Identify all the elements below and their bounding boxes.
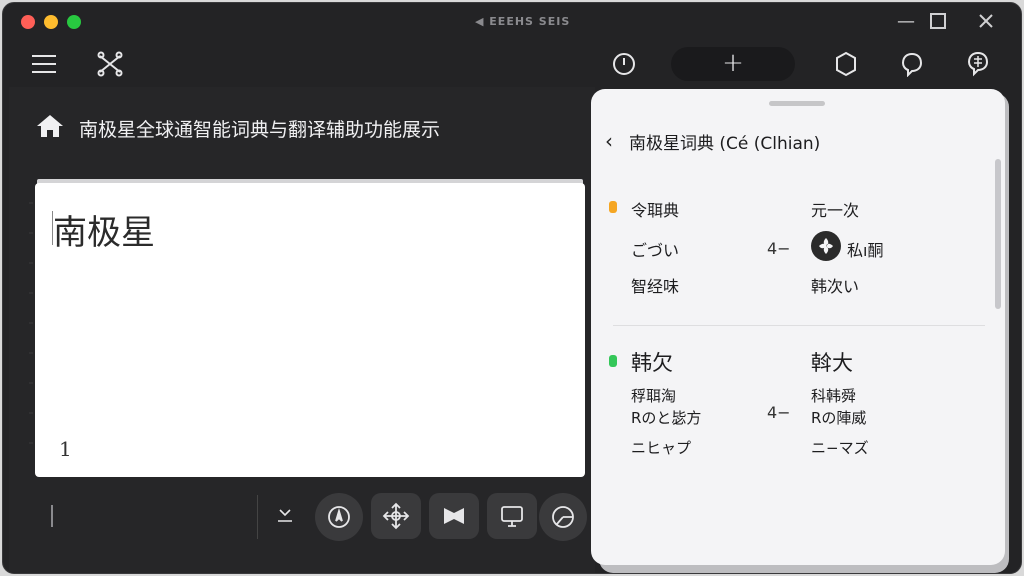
entry1-left-2[interactable]: ごづい — [631, 237, 679, 261]
entry1-count: 4− — [767, 239, 791, 258]
maximize-icon[interactable] — [929, 12, 947, 35]
green-marker — [609, 355, 617, 367]
hamburger-menu-icon[interactable] — [31, 53, 57, 79]
entry1-right-2[interactable]: 私ı酮 — [847, 237, 883, 261]
entry2-left-2[interactable]: 稃聑淘 — [631, 385, 676, 406]
back-chevron-icon[interactable]: ‹ — [605, 129, 613, 153]
entry2-left-4[interactable]: ニヒャプ — [631, 437, 691, 458]
main-area: 南极星全球通智能词典与翻译辅助功能展示 南极星 1 — [9, 87, 595, 573]
dictionary-panel: ‹ 南极星词典 (Cé (Clhian) 令聑典 ごづい 智经味 4− 元一次 … — [591, 89, 1005, 565]
flower-icon — [811, 231, 841, 261]
chat-bubble-icon[interactable] — [899, 51, 925, 81]
text-editor[interactable]: 南极星 1 — [35, 183, 585, 477]
minimize-icon[interactable]: — — [897, 12, 915, 32]
entry1-left-3[interactable]: 智经味 — [631, 273, 679, 297]
bowtie-button[interactable] — [429, 493, 479, 539]
monitor-button[interactable] — [487, 493, 537, 539]
download-icon[interactable] — [275, 505, 295, 529]
timer-icon[interactable] — [611, 51, 637, 81]
toolbar-divider — [257, 495, 258, 539]
monitor-icon — [501, 506, 523, 527]
orange-marker — [609, 201, 617, 213]
entry2-right-1[interactable]: 斡大 — [811, 347, 853, 377]
bottom-toolbar — [9, 487, 595, 573]
app-window: ◀ EEEHS SEIS — + 南极星全球通智能词典与翻译辅助功能展示 南极星… — [2, 2, 1022, 574]
toolbar: + — [3, 41, 1021, 87]
entry2-right-4[interactable]: ニ−マズ — [811, 437, 869, 458]
entry-divider — [613, 325, 985, 326]
panel-title: 南极星词典 (Cé (Clhian) — [629, 134, 821, 154]
compass-button[interactable] — [315, 493, 363, 541]
compass-icon — [328, 506, 350, 528]
move-button[interactable] — [371, 493, 421, 539]
bowtie-icon — [444, 508, 464, 524]
character-count: 1 — [59, 437, 72, 461]
chat-translate-icon[interactable] — [963, 49, 991, 81]
app-title: ◀ EEEHS SEIS — [475, 15, 571, 28]
move-arrows-icon — [382, 502, 410, 530]
entry2-right-2[interactable]: 科韩舜 — [811, 385, 856, 406]
entry1-right-3[interactable]: 韩次い — [811, 273, 859, 297]
editor-text[interactable]: 南极星 — [53, 205, 155, 254]
minimize-window-button[interactable] — [44, 15, 58, 29]
entry2-left-3[interactable]: Rのと毖方 — [631, 407, 701, 428]
shuffle-icon[interactable] — [97, 51, 123, 81]
close-icon[interactable] — [977, 12, 995, 35]
title-bar: ◀ EEEHS SEIS — — [3, 3, 1021, 41]
panel-grabber[interactable] — [769, 101, 825, 106]
pie-chart-icon — [552, 506, 574, 528]
home-icon[interactable] — [35, 113, 65, 143]
input-cursor-indicator — [51, 505, 53, 527]
entry1-right-1[interactable]: 元一次 — [811, 197, 859, 221]
zoom-window-button[interactable] — [67, 15, 81, 29]
entry2-right-3[interactable]: Rの陣威 — [811, 407, 866, 428]
close-window-button[interactable] — [21, 15, 35, 29]
entry2-left-1[interactable]: 韩欠 — [631, 347, 673, 377]
entry1-left-1[interactable]: 令聑典 — [631, 197, 679, 221]
page-title: 南极星全球通智能词典与翻译辅助功能展示 — [79, 119, 441, 141]
line-ruler — [9, 183, 35, 483]
hexagon-icon[interactable] — [833, 51, 859, 81]
add-button[interactable]: + — [671, 47, 795, 81]
entry2-count: 4− — [767, 403, 791, 422]
panel-scrollbar[interactable] — [995, 159, 1001, 309]
chart-button[interactable] — [539, 493, 587, 541]
